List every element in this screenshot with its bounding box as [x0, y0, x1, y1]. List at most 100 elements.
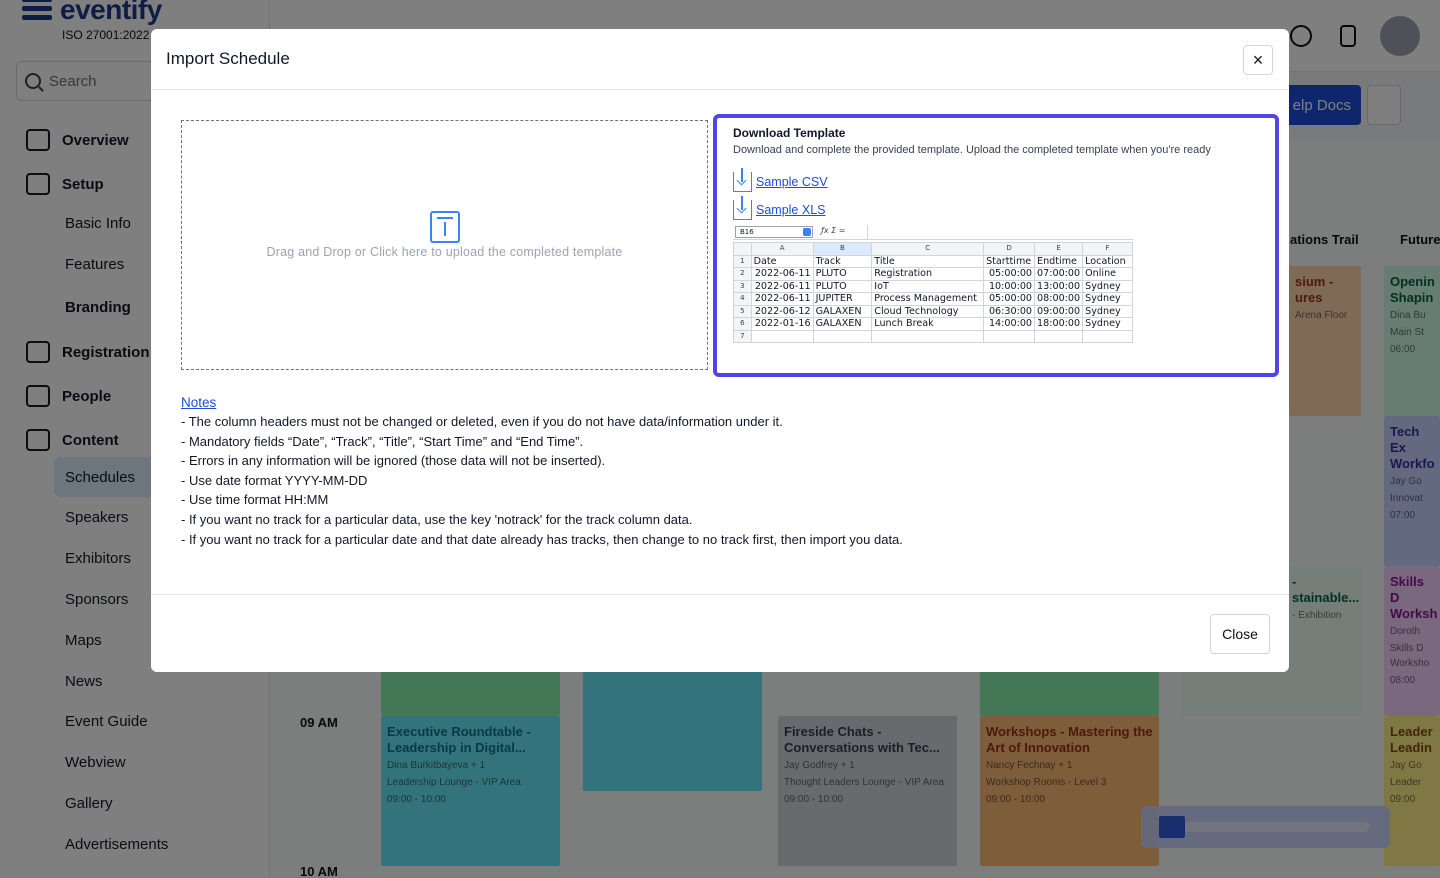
- sheet-cell: Lunch Break: [871, 317, 985, 331]
- sheet-cell: Sydney: [1082, 279, 1133, 293]
- sheet-cell: 06:30:00: [983, 304, 1036, 318]
- sheet-cell: 13:00:00: [1034, 279, 1084, 293]
- note-item: - If you want no track for a particular …: [181, 531, 903, 547]
- sheet-cell: 07:00:00: [1034, 267, 1084, 281]
- sheet-col-letter: F: [1082, 242, 1133, 256]
- download-icon: [733, 168, 752, 192]
- sample-xls-link[interactable]: Sample XLS: [733, 196, 826, 220]
- sheet-row-number: 1: [733, 254, 752, 268]
- upload-icon: [430, 211, 460, 243]
- link-label: Sample CSV: [756, 175, 828, 189]
- sheet-cell: 2022-06-11: [750, 279, 814, 293]
- cell-ref-text: B16: [740, 228, 754, 236]
- note-item: - If you want no track for a particular …: [181, 511, 693, 527]
- sheet-cell: Registration: [871, 267, 985, 281]
- sheet-cell: Starttime: [983, 254, 1036, 268]
- sheet-row: 5 2022-06-12 GALAXEN Cloud Technology 06:30:…: [733, 304, 1133, 318]
- sheet-col-header-row: A B C D E F: [733, 242, 1133, 256]
- import-schedule-modal: Import Schedule × Drag and Drop or Click…: [151, 29, 1289, 672]
- note-item: - Mandatory fields “Date”, “Track”, “Tit…: [181, 433, 584, 449]
- sheet-row: 3 2022-06-11 PLUTO IoT 10:00:00 13:00:00 Sydne…: [733, 279, 1133, 293]
- sheet-cell: Endtime: [1034, 254, 1084, 268]
- note-item: - Errors in any information will be igno…: [181, 453, 606, 469]
- modal-footer: Close: [151, 594, 1289, 672]
- sheet-cell: Cloud Technology: [871, 304, 985, 318]
- cell-reference: B16: [735, 226, 813, 238]
- sheet-cell: [1034, 329, 1084, 343]
- sheet-cell: 2022-06-11: [750, 292, 814, 306]
- sheet-col-letter: C: [871, 242, 985, 256]
- sheet-cell: Sydney: [1082, 304, 1133, 318]
- modal-header: Import Schedule ×: [151, 29, 1289, 90]
- sheet-col-letter: B: [812, 242, 873, 256]
- sheet-row-number: 6: [733, 317, 752, 331]
- dropzone-text: Drag and Drop or Click here to upload th…: [266, 245, 623, 259]
- download-icon: [733, 196, 752, 220]
- sample-csv-link[interactable]: Sample CSV: [733, 168, 828, 192]
- sheet-cell: PLUTO: [812, 279, 873, 293]
- modal-title: Import Schedule: [166, 49, 290, 68]
- close-button[interactable]: Close: [1210, 614, 1270, 654]
- sheet-cell: 18:00:00: [1034, 317, 1084, 331]
- sheet-cell: 09:00:00: [1034, 304, 1084, 318]
- chevron-down-icon: [803, 228, 811, 236]
- upload-dropzone[interactable]: Drag and Drop or Click here to upload th…: [181, 120, 708, 370]
- sheet-cell: Process Management: [871, 292, 985, 306]
- sheet-cell: [871, 329, 985, 343]
- sheet-cell: GALAXEN: [812, 317, 873, 331]
- sheet-row: 4 2022-06-11 JUPITER Process Management 05:0…: [733, 292, 1133, 306]
- sheet-corner: [733, 242, 752, 256]
- sheet-cell: Date: [750, 254, 814, 268]
- sheet-cell: [812, 329, 873, 343]
- sheet-cell: JUPITER: [812, 292, 873, 306]
- formula-input: [867, 225, 1133, 239]
- sheet-cell: IoT: [871, 279, 985, 293]
- notes-section: Notes - The column headers must not be c…: [181, 395, 903, 549]
- sheet-col-letter: D: [983, 242, 1036, 256]
- template-description: Download and complete the provided templ…: [733, 144, 1211, 156]
- close-icon[interactable]: ×: [1243, 45, 1273, 75]
- sheet-col-letter: E: [1034, 242, 1084, 256]
- sheet-cell: 10:00:00: [983, 279, 1036, 293]
- note-item: - Use date format YYYY-MM-DD: [181, 472, 368, 488]
- sheet-row: 6 2022-01-16 GALAXEN Lunch Break 14:00:00 18:…: [733, 317, 1133, 331]
- template-preview-image: B16 ƒx Σ = A B C D E F 1 Date Track Titl…: [733, 224, 1133, 343]
- template-title: Download Template: [733, 126, 846, 140]
- sheet-cell: 2022-01-16: [750, 317, 814, 331]
- sheet-cell: [750, 329, 814, 343]
- formula-bar: B16 ƒx Σ =: [733, 224, 1133, 240]
- sheet-cell: Location: [1082, 254, 1133, 268]
- sheet-table: A B C D E F 1 Date Track Title Starttime Endt…: [733, 242, 1133, 343]
- sheet-row-number: 4: [733, 292, 752, 306]
- sheet-cell: Online: [1082, 267, 1133, 281]
- sheet-row-number: 7: [733, 329, 752, 343]
- sheet-row: 1 Date Track Title Starttime Endtime Location: [733, 254, 1133, 268]
- note-item: - Use time format HH:MM: [181, 492, 329, 508]
- sheet-cell: Track: [812, 254, 873, 268]
- note-item: - The column headers must not be changed…: [181, 414, 783, 429]
- sheet-row-number: 3: [733, 279, 752, 293]
- sheet-cell: Sydney: [1082, 317, 1133, 331]
- sheet-cell: GALAXEN: [812, 304, 873, 318]
- notes-list: - The column headers must not be changed…: [181, 412, 903, 549]
- sheet-cell: [983, 329, 1036, 343]
- sheet-row-number: 2: [733, 267, 752, 281]
- sheet-cell: Title: [871, 254, 985, 268]
- sheet-cell: 2022-06-11: [750, 267, 814, 281]
- download-template-panel: Download Template Download and complete …: [713, 114, 1279, 377]
- sheet-row: 7: [733, 329, 1133, 343]
- sheet-row: 2 2022-06-11 PLUTO Registration 05:00:00 07:0…: [733, 267, 1133, 281]
- sheet-cell: 2022-06-12: [750, 304, 814, 318]
- sheet-col-letter: A: [750, 242, 814, 256]
- sheet-cell: 08:00:00: [1034, 292, 1084, 306]
- sheet-cell: Sydney: [1082, 292, 1133, 306]
- sheet-row-number: 5: [733, 304, 752, 318]
- link-label: Sample XLS: [756, 203, 826, 217]
- sheet-cell: 14:00:00: [983, 317, 1036, 331]
- sheet-cell: 05:00:00: [983, 292, 1036, 306]
- sheet-cell: 05:00:00: [983, 267, 1036, 281]
- notes-link[interactable]: Notes: [181, 395, 903, 410]
- sheet-cell: PLUTO: [812, 267, 873, 281]
- sheet-cell: [1082, 329, 1133, 343]
- fx-icon: ƒx Σ =: [821, 226, 846, 235]
